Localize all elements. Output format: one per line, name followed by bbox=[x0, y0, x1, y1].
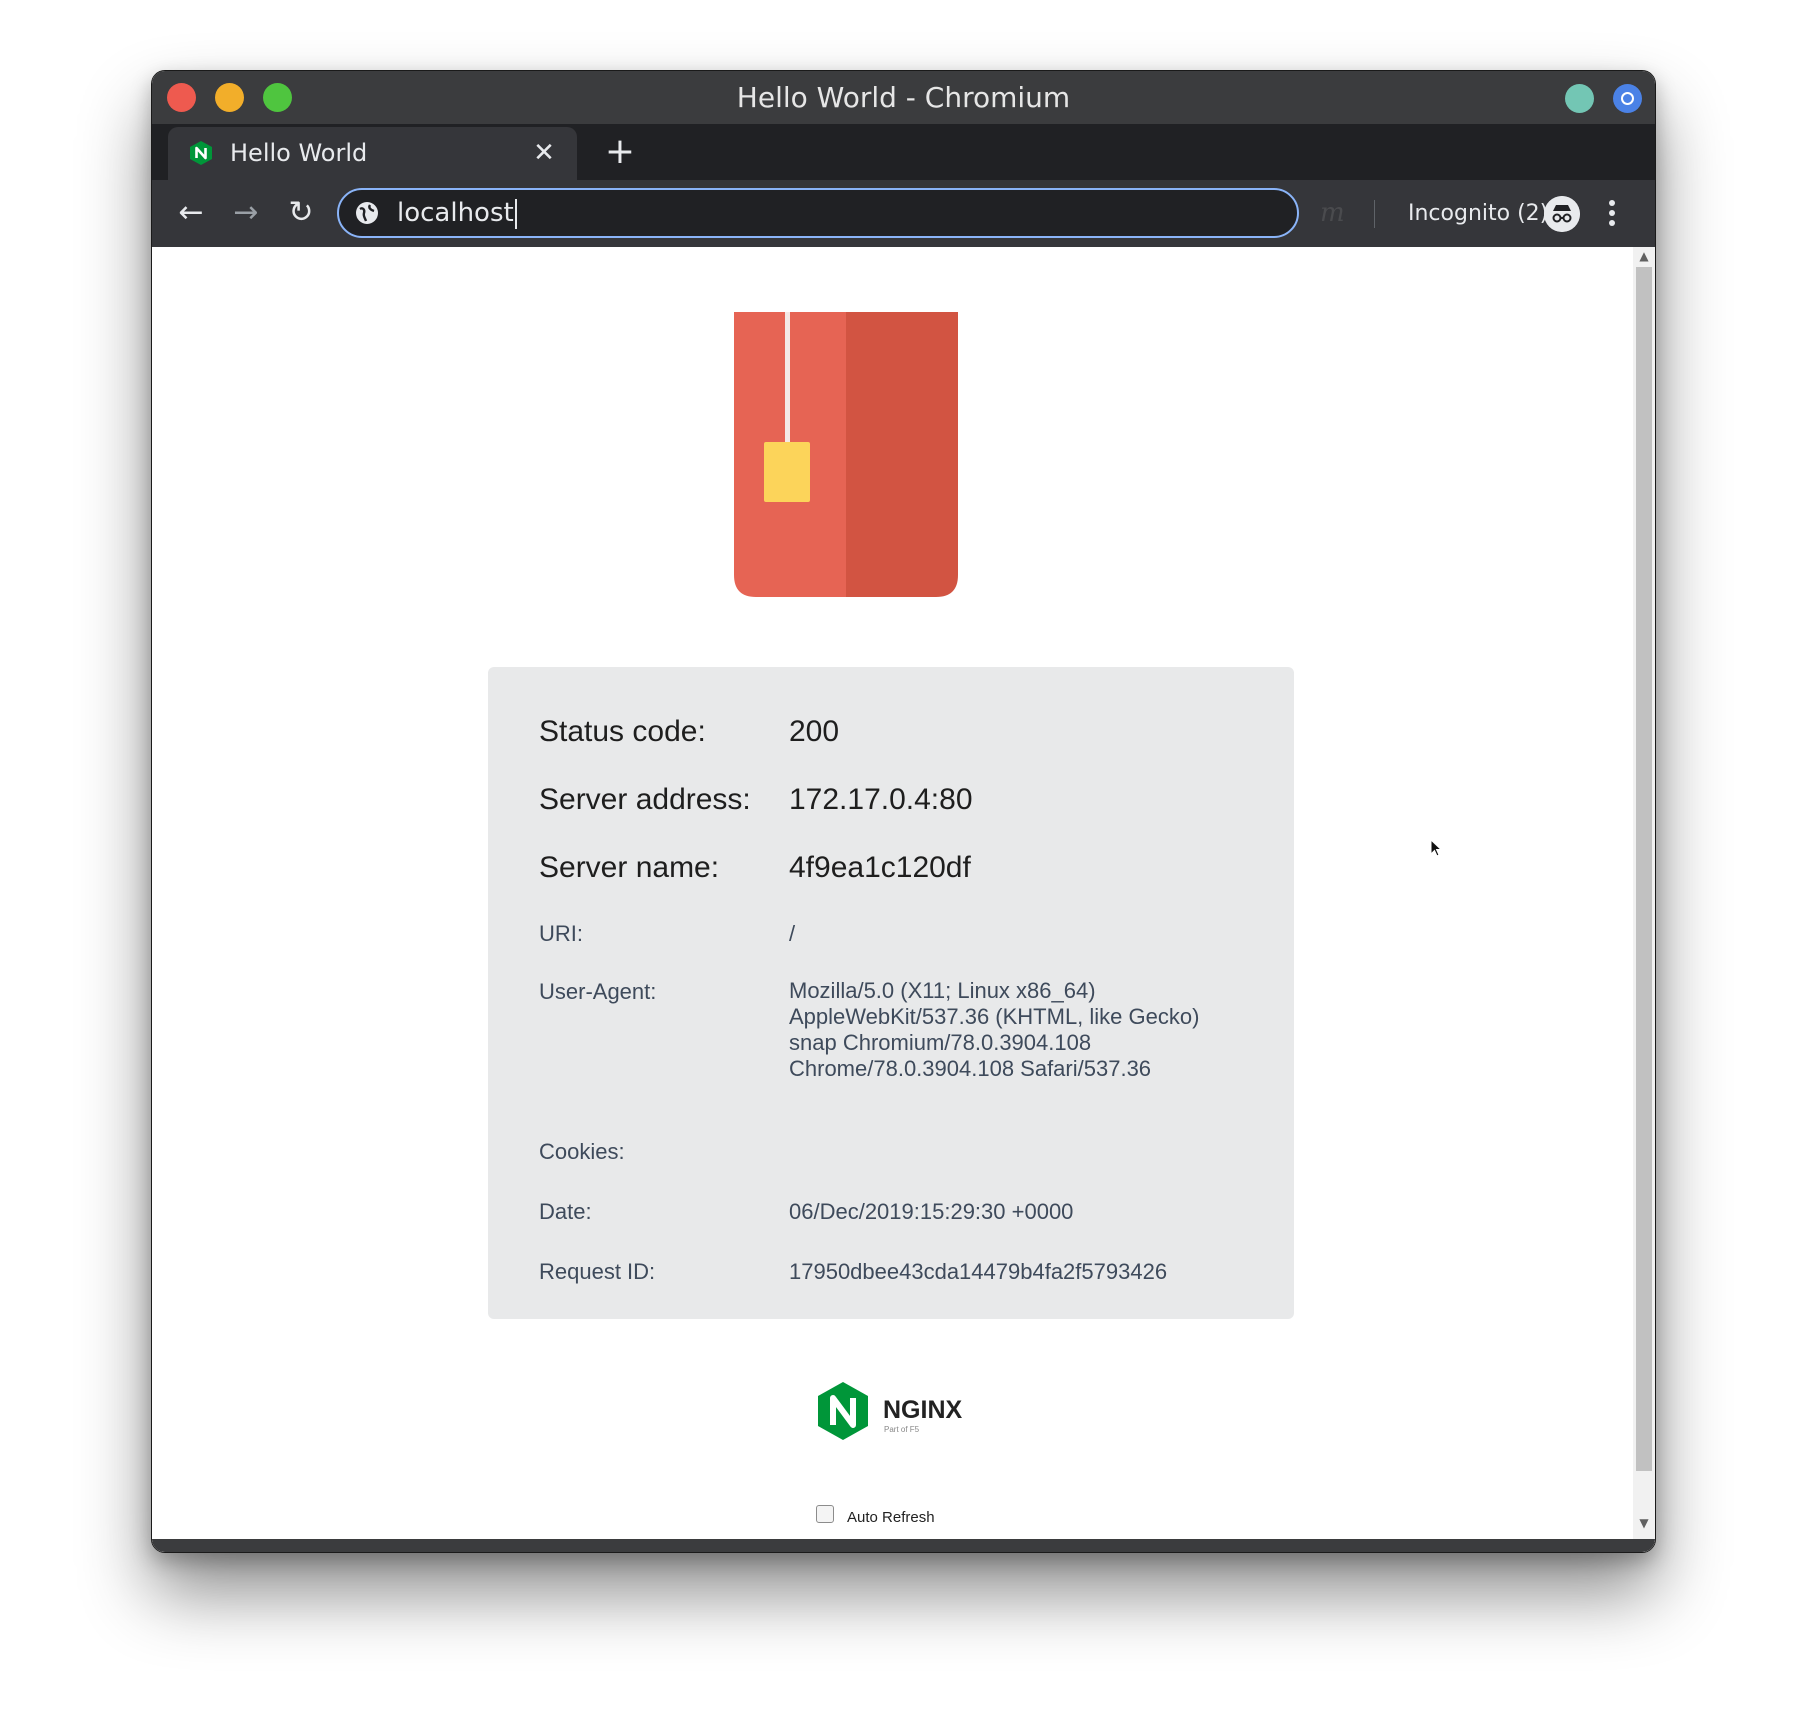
address-bar[interactable]: localhost bbox=[337, 188, 1299, 238]
auto-refresh-checkbox[interactable] bbox=[816, 1505, 834, 1523]
user-agent-line: Mozilla/5.0 (X11; Linux x86_64) bbox=[789, 978, 1096, 1003]
server-name-label: Server name: bbox=[539, 851, 720, 884]
extension-icon[interactable] bbox=[1565, 84, 1594, 113]
date-value: 06/Dec/2019:15:29:30 +0000 bbox=[789, 1199, 1074, 1224]
server-address-value: 172.17.0.4:80 bbox=[789, 783, 973, 816]
nginx-logo: NGINX Part of F5 bbox=[818, 1382, 963, 1440]
request-id-value: 17950dbee43cda14479b4fa2f5793426 bbox=[789, 1259, 1168, 1284]
user-agent-line: snap Chromium/78.0.3904.108 bbox=[789, 1030, 1092, 1055]
request-id-label: Request ID: bbox=[539, 1259, 656, 1284]
browser-toolbar: ← → ↻ localhost m Incognito (2) bbox=[152, 180, 1655, 247]
browser-window: Hello World - Chromium Hello World ✕ + ←… bbox=[151, 70, 1656, 1553]
title-bar: Hello World - Chromium bbox=[152, 71, 1655, 124]
url-text[interactable]: localhost bbox=[397, 190, 517, 236]
cookies-label: Cookies: bbox=[539, 1139, 625, 1164]
extension-m-icon[interactable]: m bbox=[1320, 193, 1345, 233]
scrollbar-thumb[interactable] bbox=[1636, 267, 1652, 1471]
user-agent-value: Mozilla/5.0 (X11; Linux x86_64) AppleWeb… bbox=[789, 978, 1199, 1082]
globe-icon bbox=[356, 202, 378, 224]
scroll-down-arrow-icon[interactable]: ▼ bbox=[1633, 1514, 1655, 1532]
back-button[interactable]: ← bbox=[171, 193, 211, 233]
uri-label: URI: bbox=[539, 921, 583, 946]
nginx-favicon-icon bbox=[190, 141, 212, 165]
request-info-panel: Status code: 200 Server address: 172.17.… bbox=[488, 667, 1294, 1319]
tab-strip: Hello World ✕ + bbox=[152, 124, 1655, 180]
vertical-scrollbar[interactable]: ▲ ▼ bbox=[1633, 247, 1655, 1552]
forward-button[interactable]: → bbox=[226, 193, 266, 233]
page-viewport: Status code: 200 Server address: 172.17.… bbox=[152, 247, 1655, 1552]
reload-button[interactable]: ↻ bbox=[281, 193, 321, 233]
user-agent-line: AppleWebKit/537.36 (KHTML, like Gecko) bbox=[789, 1004, 1200, 1029]
server-name-value: 4f9ea1c120df bbox=[789, 851, 971, 884]
chromium-icon[interactable] bbox=[1613, 84, 1642, 113]
user-agent-line: Chrome/78.0.3904.108 Safari/537.36 bbox=[789, 1056, 1152, 1081]
nginx-tagline: Part of F5 bbox=[884, 1425, 920, 1434]
tab-close-icon[interactable]: ✕ bbox=[527, 136, 561, 170]
scroll-up-arrow-icon[interactable]: ▲ bbox=[1633, 247, 1655, 265]
browser-menu-icon[interactable] bbox=[1600, 192, 1624, 236]
nginx-wordmark: NGINX bbox=[883, 1396, 963, 1424]
server-address-label: Server address: bbox=[539, 783, 751, 816]
window-title: Hello World - Chromium bbox=[736, 81, 1071, 114]
status-code-value: 200 bbox=[789, 715, 840, 748]
new-tab-button[interactable]: + bbox=[600, 132, 640, 172]
incognito-icon[interactable] bbox=[1544, 196, 1580, 232]
toolbar-divider bbox=[1374, 200, 1375, 228]
uri-value: / bbox=[789, 921, 796, 946]
tab-hello-world[interactable]: Hello World ✕ bbox=[168, 127, 577, 180]
mouse-cursor-icon bbox=[1430, 839, 1443, 857]
window-bottom-edge bbox=[152, 1539, 1655, 1552]
auto-refresh-label[interactable]: Auto Refresh bbox=[847, 1509, 935, 1526]
incognito-label[interactable]: Incognito (2) bbox=[1408, 180, 1548, 247]
user-agent-label: User-Agent: bbox=[539, 979, 657, 1004]
text-caret bbox=[514, 198, 517, 229]
date-label: Date: bbox=[539, 1199, 592, 1224]
status-code-label: Status code: bbox=[539, 715, 706, 748]
tab-title: Hello World bbox=[230, 139, 368, 167]
tea-mug-icon bbox=[734, 312, 958, 597]
